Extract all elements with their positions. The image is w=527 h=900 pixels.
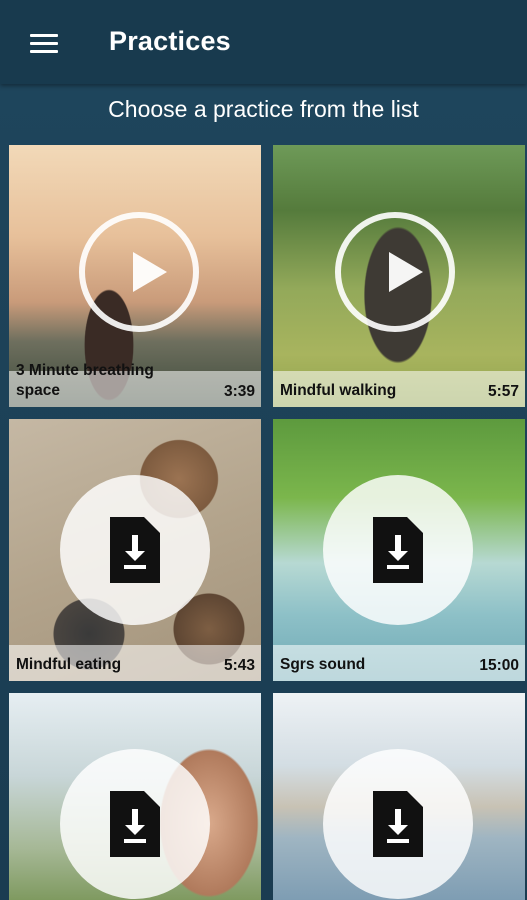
app-screen: Practices Choose a practice from the lis…: [0, 0, 527, 900]
practice-card-eating[interactable]: Mindful eating 5:43: [9, 419, 261, 681]
practice-title: Sgrs sound: [280, 656, 366, 673]
instruction-text: Choose a practice from the list: [108, 96, 419, 122]
practice-card-sgrs-sound[interactable]: Sgrs sound 15:00: [273, 419, 525, 681]
practice-card-6[interactable]: [273, 693, 525, 900]
practice-card-walking[interactable]: Mindful walking 5:57: [273, 145, 525, 407]
practice-title: Mindful walking: [280, 382, 397, 399]
menu-icon[interactable]: [28, 30, 60, 56]
practice-duration: 5:43: [223, 657, 255, 674]
page-title: Practices: [109, 26, 231, 56]
practice-title: Mindful eating: [16, 656, 122, 673]
practice-duration: 5:57: [487, 383, 519, 400]
download-file-icon: [373, 791, 423, 857]
play-icon[interactable]: [79, 212, 199, 332]
practice-duration: 3:39: [223, 383, 255, 400]
practice-duration: 15:00: [479, 657, 519, 674]
download-button[interactable]: [60, 749, 210, 899]
download-file-icon: [110, 791, 160, 857]
download-file-icon: [373, 517, 423, 583]
download-button[interactable]: [323, 475, 473, 625]
play-icon[interactable]: [335, 212, 455, 332]
download-button[interactable]: [60, 475, 210, 625]
practice-card-5[interactable]: [9, 693, 261, 900]
download-button[interactable]: [323, 749, 473, 899]
download-file-icon: [110, 517, 160, 583]
practice-title: 3 Minute breathing space: [16, 362, 154, 399]
practice-card-breathing[interactable]: 3 Minute breathing space 3:39: [9, 145, 261, 407]
app-bar: Practices: [0, 0, 527, 84]
